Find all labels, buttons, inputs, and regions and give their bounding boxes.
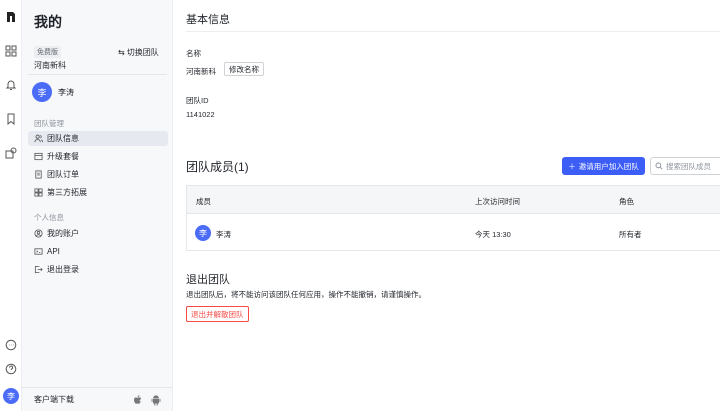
- column-header-last-visit: 上次访问时间: [475, 197, 520, 206]
- search-input[interactable]: [666, 161, 720, 171]
- upgrade-icon: [34, 152, 43, 161]
- plus-icon: ＋: [568, 161, 576, 171]
- plan-badge: 免费版: [34, 46, 61, 58]
- sidebar-title: 我的: [34, 14, 62, 30]
- invite-user-button[interactable]: ＋ 邀请用户加入团队: [562, 157, 645, 175]
- sidebar-item-label: 第三方拓展: [47, 188, 87, 197]
- exit-team-description: 退出团队后，将不能访问该团队任何应用，操作不能撤销，请谨慎操作。: [186, 290, 426, 299]
- column-header-member: 成员: [196, 197, 211, 206]
- sidebar: 我的 免费版 ⇆ 切换团队 河南新科 李 李涛 团队管理 团队信息 升级套餐 团…: [22, 0, 173, 411]
- sidebar-item-label: 团队信息: [47, 134, 79, 143]
- sidebar-item-api[interactable]: API: [28, 244, 168, 259]
- sidebar-item-label: 团队订单: [47, 170, 79, 179]
- table-header: 成员 上次访问时间 角色: [187, 186, 720, 214]
- members-title: 团队成员(1): [186, 160, 249, 174]
- api-icon: [34, 247, 43, 256]
- logout-icon: [34, 265, 43, 274]
- icon-rail: 李: [0, 0, 22, 411]
- chat-icon[interactable]: [4, 338, 18, 352]
- team-id-label: 团队ID: [186, 96, 209, 105]
- last-visit-time: 今天 13:30: [475, 230, 511, 239]
- sidebar-item-label: 退出登录: [47, 265, 79, 274]
- sidebar-item-label: 我的账户: [47, 229, 79, 238]
- user-name: 李涛: [58, 87, 74, 97]
- team-id-value: 1141022: [186, 110, 215, 119]
- divider: [186, 31, 720, 32]
- user-avatar[interactable]: 李: [3, 388, 19, 404]
- switch-icon: ⇆: [118, 48, 125, 57]
- account-icon: [34, 229, 43, 238]
- section-personal-label: 个人信息: [34, 213, 64, 222]
- member-search[interactable]: [650, 157, 720, 175]
- members-table: 成员 上次访问时间 角色 李 李涛 今天 13:30 所有者: [186, 185, 720, 251]
- basic-info-title: 基本信息: [186, 14, 230, 26]
- download-label: 客户端下载: [34, 395, 74, 404]
- main-content: 基本信息 名称 河南新科 修改名称 团队ID 1141022 团队成员(1) ＋…: [173, 0, 720, 411]
- app-window: 李 我的 免费版 ⇆ 切换团队 河南新科 李 李涛 团队管理 团队信息 升级套餐…: [0, 0, 720, 411]
- current-user[interactable]: 李 李涛: [32, 82, 74, 102]
- sidebar-item-orders[interactable]: 团队订单: [28, 167, 168, 182]
- bookmark-icon[interactable]: [4, 112, 18, 126]
- sidebar-item-team-info[interactable]: 团队信息: [28, 131, 168, 146]
- invite-label: 邀请用户加入团队: [578, 161, 639, 171]
- exit-team-title: 退出团队: [186, 274, 230, 286]
- extension-icon: [34, 188, 43, 197]
- table-row[interactable]: 李 李涛 今天 13:30 所有者: [187, 214, 720, 251]
- extension-icon[interactable]: [4, 146, 18, 160]
- app-logo-icon[interactable]: [4, 10, 18, 24]
- search-icon: [655, 157, 663, 175]
- section-team-label: 团队管理: [34, 119, 64, 128]
- client-download: 客户端下载: [22, 387, 173, 411]
- android-icon[interactable]: [150, 394, 162, 406]
- avatar: 李: [195, 225, 211, 241]
- team-name-value: 河南新科: [186, 67, 216, 76]
- team-icon: [34, 134, 43, 143]
- avatar: 李: [32, 82, 52, 102]
- switch-team-button[interactable]: ⇆ 切换团队: [118, 47, 159, 58]
- rename-button[interactable]: 修改名称: [224, 62, 264, 76]
- help-icon[interactable]: [4, 362, 18, 376]
- grid-icon[interactable]: [4, 44, 18, 58]
- sidebar-item-upgrade[interactable]: 升级套餐: [28, 149, 168, 164]
- switch-team-label: 切换团队: [126, 48, 159, 57]
- sidebar-item-label: 升级套餐: [47, 152, 79, 161]
- exit-dissolve-button[interactable]: 退出并解散团队: [186, 306, 249, 322]
- apple-icon[interactable]: [132, 394, 144, 406]
- order-icon: [34, 170, 43, 179]
- member-name: 李涛: [216, 230, 231, 239]
- team-name: 河南新科: [34, 61, 66, 70]
- sidebar-item-third-party[interactable]: 第三方拓展: [28, 185, 168, 200]
- name-label: 名称: [186, 49, 201, 58]
- sidebar-item-logout[interactable]: 退出登录: [28, 262, 168, 277]
- sidebar-item-label: API: [47, 247, 60, 256]
- divider: [28, 74, 167, 75]
- column-header-role: 角色: [619, 197, 634, 206]
- member-role: 所有者: [619, 230, 642, 239]
- sidebar-item-account[interactable]: 我的账户: [28, 226, 168, 241]
- bell-icon[interactable]: [4, 78, 18, 92]
